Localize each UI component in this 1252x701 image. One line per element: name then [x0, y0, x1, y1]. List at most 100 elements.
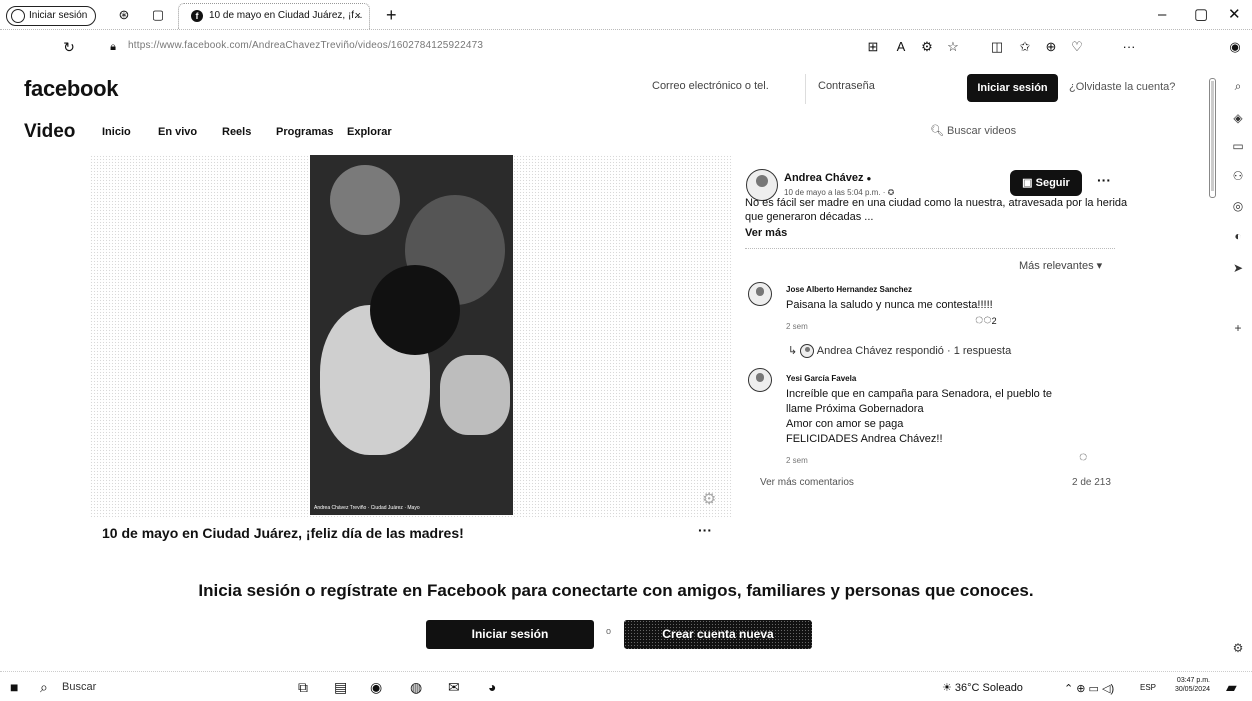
reaction-count[interactable]: ◌◌2 [975, 311, 997, 327]
comment-time[interactable]: 2 sem [786, 456, 808, 465]
clock[interactable]: 03:47 p.m. 30/05/2024 [1166, 676, 1210, 694]
nav-inicio[interactable]: Inicio [102, 126, 131, 138]
reaction-icon[interactable]: ◌ [1079, 448, 1087, 464]
create-account-button[interactable]: Crear cuenta nueva [624, 620, 812, 649]
nav-reels[interactable]: Reels [222, 126, 251, 138]
forgot-account-link[interactable]: ¿Olvidaste la cuenta? [1069, 81, 1175, 93]
url-field[interactable]: https://www.facebook.com/AndreaChavezTre… [128, 40, 483, 51]
more-comments-link[interactable]: Ver más comentarios [760, 477, 854, 488]
replies-link[interactable]: ↳ Andrea Chávez respondió · 1 respuesta [788, 344, 1012, 359]
reaction-number: 2 [991, 316, 997, 326]
video-content-shape [330, 165, 400, 235]
chrome-icon[interactable]: ◍ [410, 679, 422, 695]
replies-text: Andrea Chávez respondió · 1 respuesta [816, 345, 1012, 357]
commenter-name[interactable]: Yesi García Favela [786, 374, 856, 383]
games-icon[interactable]: ◎ [1230, 198, 1246, 214]
menu-icon[interactable]: ··· [1120, 38, 1138, 56]
split-screen-icon[interactable]: ◫ [988, 38, 1006, 56]
minimize-button[interactable]: – [1158, 6, 1166, 24]
tab-facebook-video[interactable]: f 10 de mayo en Ciudad Juárez, ¡f... × [178, 3, 370, 29]
commenter-avatar[interactable] [748, 282, 772, 306]
follow-button[interactable]: ▣ Seguir [1010, 170, 1082, 196]
comment-sort-dropdown[interactable]: Más relevantes ▾ [1019, 259, 1102, 272]
windows-start-icon[interactable]: ■ [10, 679, 18, 695]
favorites-list-icon[interactable]: ✩ [1016, 38, 1034, 56]
performance-icon[interactable]: ♡ [1068, 38, 1086, 56]
restore-button[interactable]: ▢ [1194, 6, 1208, 24]
profile-button[interactable]: Iniciar sesión [6, 6, 97, 26]
office-icon[interactable]: ◐ [1230, 228, 1246, 244]
workspaces-icon[interactable]: ⊛ [116, 7, 132, 23]
reaction-icon: ◌◌ [975, 311, 992, 327]
browser-tab-strip: Iniciar sesión ⊛ ▢ f 10 de mayo en Ciuda… [0, 0, 1252, 30]
tab-actions-icon[interactable]: ▢ [150, 7, 166, 23]
copilot-icon[interactable]: ◉ [1226, 38, 1244, 56]
search-icon[interactable]: ⌕ [40, 679, 48, 695]
email-field[interactable]: Correo electrónico o tel. [652, 80, 769, 92]
post-author[interactable]: Andrea Chávez ● [784, 172, 871, 184]
add-icon[interactable]: + [1230, 320, 1246, 336]
password-field[interactable]: Contraseña [818, 80, 875, 92]
nav-programas[interactable]: Programas [276, 126, 333, 138]
notifications-icon[interactable]: ▰ [1226, 679, 1237, 695]
weather-widget[interactable]: ☀ 36°C Soleado [942, 681, 1023, 694]
read-aloud-icon[interactable]: A [892, 38, 910, 56]
edge-icon[interactable]: ◉ [370, 679, 382, 695]
briefcase-icon[interactable]: ▭ [1230, 138, 1246, 154]
facebook-logo[interactable]: facebook [24, 76, 118, 102]
favorite-star-icon[interactable]: ☆ [944, 38, 962, 56]
commenter-avatar[interactable] [748, 368, 772, 392]
search-icon[interactable]: ⌕ [1230, 78, 1246, 94]
extensions-icon[interactable]: ⚙ [918, 38, 936, 56]
scrollbar-thumb[interactable] [1211, 81, 1214, 191]
task-view-icon[interactable]: ⧉ [298, 679, 308, 695]
windows-taskbar: ■ ⌕ Buscar ⧉ ▤ ◉ ◍ ✉ ◕ ☀ 36°C Soleado ⌃ … [0, 671, 1252, 701]
refresh-icon[interactable]: ↻ [60, 38, 78, 56]
comment-time[interactable]: 2 sem [786, 322, 808, 331]
comment-text: Paisana la saludo y nunca me contesta!!!… [786, 299, 993, 311]
reply-avatar [800, 344, 815, 359]
author-name: Andrea Chávez [784, 172, 864, 184]
language-indicator[interactable]: ESP [1140, 683, 1156, 692]
post-more-button[interactable]: ··· [1097, 172, 1111, 188]
people-icon[interactable]: ⚇ [1230, 168, 1246, 184]
video-caption-overlay: Andrea Chávez Treviño · Ciudad Juárez · … [314, 505, 420, 511]
file-explorer-icon[interactable]: ▤ [334, 679, 347, 695]
settings-icon[interactable]: ⚙ [1230, 640, 1246, 656]
profile-icon [11, 9, 25, 23]
close-window-button[interactable]: ✕ [1228, 6, 1241, 24]
new-tab-button[interactable]: + [386, 5, 397, 25]
follow-label: Seguir [1035, 177, 1070, 189]
commenter-name[interactable]: Jose Alberto Hernandez Sanchez [786, 285, 912, 294]
clock-date: 30/05/2024 [1174, 686, 1210, 693]
page-scrollbar[interactable] [1209, 78, 1216, 198]
video-content-shape [440, 355, 510, 435]
tab-title: 10 de mayo en Ciudad Juárez, ¡f... [209, 10, 363, 21]
tray-icons[interactable]: ⌃ ⊕ ▭ ◁) [1064, 681, 1114, 697]
search-videos-placeholder: Buscar videos [947, 125, 1017, 137]
mail-icon[interactable]: ✉ [448, 679, 460, 695]
sun-icon: ☀ [942, 682, 955, 694]
video-settings-icon[interactable]: ⚙ [702, 489, 716, 509]
send-icon[interactable]: ➤ [1230, 260, 1246, 276]
nav-en-vivo[interactable]: En vivo [158, 126, 197, 138]
video-title: 10 de mayo en Ciudad Juárez, ¡feliz día … [102, 525, 464, 541]
comment-text-line: Increíble que en campaña para Senadora, … [786, 388, 1053, 400]
see-more-link[interactable]: Ver más [745, 227, 787, 239]
video-frame[interactable]: Andrea Chávez Treviño · Ciudad Juárez · … [310, 155, 513, 515]
search-videos-input[interactable]: 🔍︎ Buscar videos [930, 124, 1016, 137]
grid-icon[interactable]: ⊞ [864, 38, 882, 56]
video-more-button[interactable]: ··· [698, 522, 712, 538]
collections-icon[interactable]: ⊕ [1042, 38, 1060, 56]
nav-explorar[interactable]: Explorar [347, 126, 392, 138]
video-section-title: Video [24, 121, 76, 142]
tag-icon[interactable]: ◈ [1230, 110, 1246, 126]
tab-close-icon[interactable]: × [355, 4, 361, 28]
app-icon[interactable]: ◕ [488, 679, 496, 695]
login-button[interactable]: Iniciar sesión [426, 620, 594, 649]
header-login-button[interactable]: Iniciar sesión [967, 74, 1058, 102]
taskbar-search[interactable]: Buscar [62, 681, 96, 693]
verified-badge-icon: ● [866, 174, 872, 183]
video-player[interactable]: Andrea Chávez Treviño · Ciudad Juárez · … [90, 155, 733, 517]
lock-icon[interactable]: 🔒︎ [104, 38, 122, 56]
